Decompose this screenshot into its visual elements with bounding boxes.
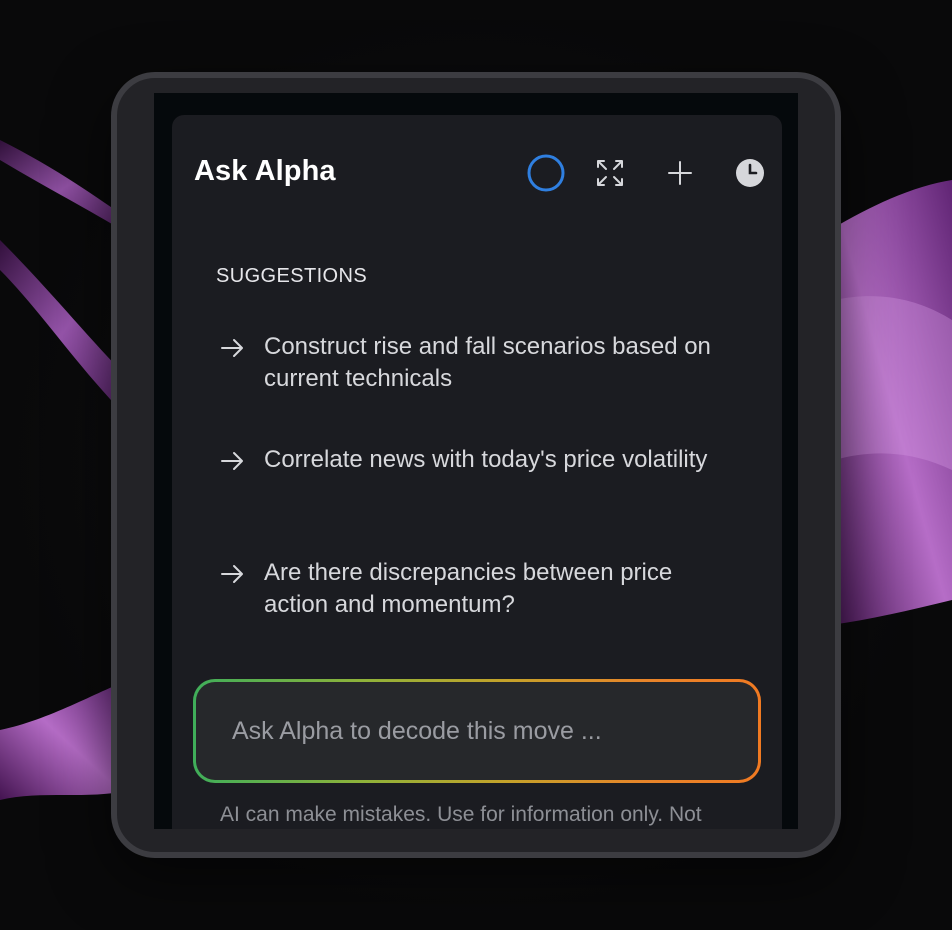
suggestion-item[interactable]: Are there discrepancies between price ac…	[220, 557, 740, 670]
suggestion-text: Construct rise and fall scenarios based …	[264, 333, 711, 392]
prompt-input-box	[196, 682, 758, 780]
panel-title: Ask Alpha	[194, 155, 336, 187]
suggestion-text: Are there discrepancies between price ac…	[264, 559, 673, 618]
arrow-right-icon	[221, 339, 243, 357]
prompt-input[interactable]	[230, 715, 724, 747]
background: Ask Alpha SUGGESTIONS Construct rise and…	[0, 0, 952, 930]
arrow-right-icon	[221, 452, 243, 470]
suggestion-item[interactable]: Construct rise and fall scenarios based …	[220, 331, 740, 444]
suggestions-list: Construct rise and fall scenarios based …	[220, 331, 740, 670]
loading-ring-icon	[526, 153, 566, 193]
suggestion-item[interactable]: Correlate news with today's price volati…	[220, 444, 740, 557]
prompt-input-border	[193, 679, 761, 783]
arrow-right-icon	[221, 565, 243, 583]
device-frame: Ask Alpha SUGGESTIONS Construct rise and…	[111, 72, 841, 858]
suggestion-text: Correlate news with today's price volati…	[264, 446, 708, 473]
panel-header: Ask Alpha	[194, 153, 764, 193]
plus-icon[interactable]	[660, 153, 700, 193]
device-screen: Ask Alpha SUGGESTIONS Construct rise and…	[154, 93, 798, 829]
expand-icon[interactable]	[590, 153, 630, 193]
ask-alpha-panel: Ask Alpha SUGGESTIONS Construct rise and…	[172, 115, 782, 829]
clock-icon[interactable]	[730, 153, 770, 193]
suggestions-heading: SUGGESTIONS	[216, 265, 368, 287]
ai-disclaimer: AI can make mistakes. Use for informatio…	[220, 803, 702, 826]
